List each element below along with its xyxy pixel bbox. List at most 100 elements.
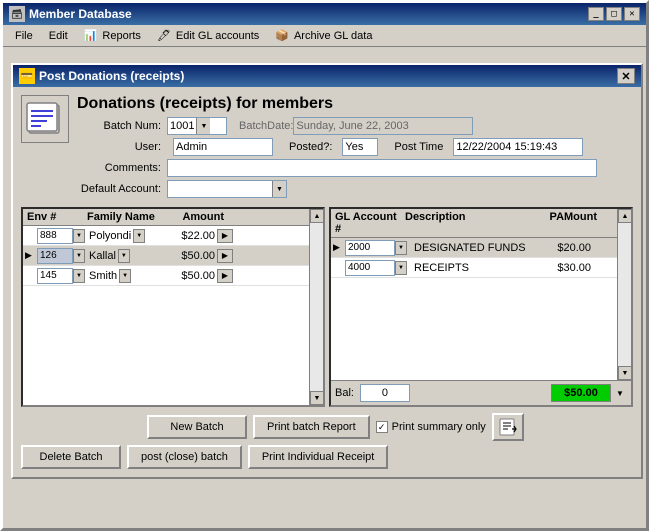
- menu-bar: File Edit 📊 Reports 🖊 Edit GL accounts 📦…: [3, 25, 646, 47]
- maximize-button[interactable]: □: [606, 7, 622, 21]
- print-batch-report-button[interactable]: Print batch Report: [253, 415, 370, 439]
- comments-label: Comments:: [77, 162, 167, 174]
- right-table-row[interactable]: ▼ RECEIPTS $30.00: [331, 258, 617, 278]
- family-cell-1: Polyondi ▼: [87, 229, 162, 243]
- menu-edit-gl[interactable]: 🖊 Edit GL accounts: [149, 27, 267, 44]
- user-input[interactable]: [173, 138, 273, 156]
- row-btn-2[interactable]: ▶: [217, 249, 233, 263]
- post-close-batch-button[interactable]: post (close) batch: [127, 445, 242, 469]
- print-individual-receipt-button[interactable]: Print Individual Receipt: [248, 445, 389, 469]
- comments-input[interactable]: [167, 159, 597, 177]
- row-pointer-selected: ▶: [23, 250, 37, 261]
- delete-batch-button[interactable]: Delete Batch: [21, 445, 121, 469]
- gl-cell-2: ▼: [345, 260, 410, 276]
- scroll-track[interactable]: [310, 223, 323, 391]
- gl-dropdown-2[interactable]: ▼: [395, 261, 407, 275]
- export-icon-btn[interactable]: [492, 413, 524, 441]
- dialog-icon: 💳: [19, 68, 35, 84]
- close-button[interactable]: ✕: [624, 7, 640, 21]
- menu-file[interactable]: File: [7, 28, 41, 44]
- comments-row: Comments:: [77, 159, 633, 177]
- row-btn-1[interactable]: ▶: [217, 229, 233, 243]
- gl-input-1[interactable]: [345, 240, 395, 256]
- gl-dropdown-1[interactable]: ▼: [395, 241, 407, 255]
- table-row[interactable]: ▼ Smith ▼ $50.00 ▶: [23, 266, 309, 286]
- right-table-content: GL Account # Description PAMount ▶ ▼: [331, 209, 617, 380]
- family-dropdown-2[interactable]: ▼: [118, 249, 130, 263]
- balance-amount: $50.00: [551, 384, 611, 402]
- family-name-2: Kallal: [89, 250, 116, 262]
- balance-input[interactable]: [360, 384, 410, 402]
- menu-edit[interactable]: Edit: [41, 28, 76, 44]
- table-row[interactable]: ▼ Polyondi ▼ $22.00 ▶: [23, 226, 309, 246]
- menu-archive-gl[interactable]: 📦 Archive GL data: [267, 27, 380, 44]
- batch-date-field: [293, 117, 473, 135]
- batch-num-value: 1001: [168, 120, 196, 132]
- env-input-1[interactable]: [37, 228, 73, 244]
- left-panel: Env # Family Name Amount ▼: [21, 207, 325, 407]
- scroll-down[interactable]: ▼: [310, 391, 324, 405]
- family-dropdown-3[interactable]: ▼: [119, 269, 131, 283]
- right-table-header: GL Account # Description PAMount: [331, 209, 617, 238]
- batch-num-label: Batch Num:: [77, 120, 167, 132]
- scroll-up[interactable]: ▲: [310, 209, 324, 223]
- dialog-close-button[interactable]: ✕: [617, 68, 635, 84]
- batch-num-select[interactable]: 1001 ▼: [167, 117, 227, 135]
- print-summary-checkbox-container: ✓ Print summary only: [376, 421, 486, 433]
- col-gl-header: GL Account #: [331, 211, 401, 235]
- family-cell-3: Smith ▼: [87, 269, 162, 283]
- family-dropdown-1[interactable]: ▼: [133, 229, 145, 243]
- dialog-header-title: Donations (receipts) for members: [77, 95, 633, 113]
- env-dropdown-3[interactable]: ▼: [73, 269, 85, 283]
- reports-icon: 📊: [84, 29, 98, 42]
- right-table-row[interactable]: ▶ ▼ DESIGNATED FUNDS $20.00: [331, 238, 617, 258]
- pamount-cell-2: $30.00: [540, 262, 595, 274]
- default-account-row: Default Account: ▼: [77, 180, 633, 198]
- app-title-bar: 🗃 Member Database _ □ ✕: [3, 3, 646, 25]
- family-cell-2: Kallal ▼: [87, 249, 162, 263]
- bottom-buttons: New Batch Print batch Report ✓ Print sum…: [21, 413, 633, 469]
- posted-label: Posted?:: [289, 141, 332, 153]
- dialog-title-text: Post Donations (receipts): [39, 69, 184, 83]
- user-posted-row: User: Posted?: Post Time: [77, 138, 633, 156]
- table-row[interactable]: ▶ ▼ Kallal ▼ $50.00 ▶: [23, 246, 309, 266]
- header-icon: [21, 95, 69, 143]
- print-summary-checkbox[interactable]: ✓: [376, 421, 388, 433]
- post-time-label: Post Time: [394, 141, 443, 153]
- right-scroll-down[interactable]: ▼: [618, 366, 631, 380]
- left-table-container: Env # Family Name Amount ▼: [23, 209, 309, 405]
- right-scroll-track[interactable]: [618, 223, 631, 366]
- right-scroll-up[interactable]: ▲: [618, 209, 631, 223]
- balance-dropdown[interactable]: ▼: [613, 389, 627, 398]
- gl-input-2[interactable]: [345, 260, 395, 276]
- batch-date-label: BatchDate:: [239, 120, 293, 132]
- env-input-3[interactable]: [37, 268, 73, 284]
- family-name-3: Smith: [89, 270, 117, 282]
- menu-reports[interactable]: 📊 Reports: [76, 27, 149, 44]
- data-panels: Env # Family Name Amount ▼: [21, 207, 633, 407]
- family-name-1: Polyondi: [89, 230, 131, 242]
- app-icon: 🗃: [9, 6, 25, 22]
- posted-value: [342, 138, 378, 156]
- env-dropdown-2[interactable]: ▼: [73, 249, 85, 263]
- env-cell-1: ▼: [37, 228, 87, 244]
- right-scrollbar[interactable]: ▲ ▼: [617, 209, 631, 380]
- right-panel: GL Account # Description PAMount ▶ ▼: [329, 207, 633, 407]
- default-account-arrow[interactable]: ▼: [272, 181, 286, 197]
- user-label: User:: [77, 141, 167, 153]
- post-time-value: [453, 138, 583, 156]
- gl-cell-1: ▼: [345, 240, 410, 256]
- col-desc-header: Description: [401, 211, 541, 235]
- archive-gl-icon: 📦: [275, 29, 289, 42]
- row-btn-3[interactable]: ▶: [217, 269, 233, 283]
- col-family-header: Family Name: [83, 211, 163, 223]
- env-dropdown-1[interactable]: ▼: [73, 229, 85, 243]
- left-scrollbar[interactable]: ▲ ▼: [309, 209, 323, 405]
- pamount-cell-1: $20.00: [540, 242, 595, 254]
- col-amount-header: Amount: [163, 211, 228, 223]
- default-account-select[interactable]: ▼: [167, 180, 287, 198]
- batch-num-dropdown-arrow[interactable]: ▼: [196, 118, 210, 134]
- env-input-2[interactable]: [37, 248, 73, 264]
- new-batch-button[interactable]: New Batch: [147, 415, 247, 439]
- minimize-button[interactable]: _: [588, 7, 604, 21]
